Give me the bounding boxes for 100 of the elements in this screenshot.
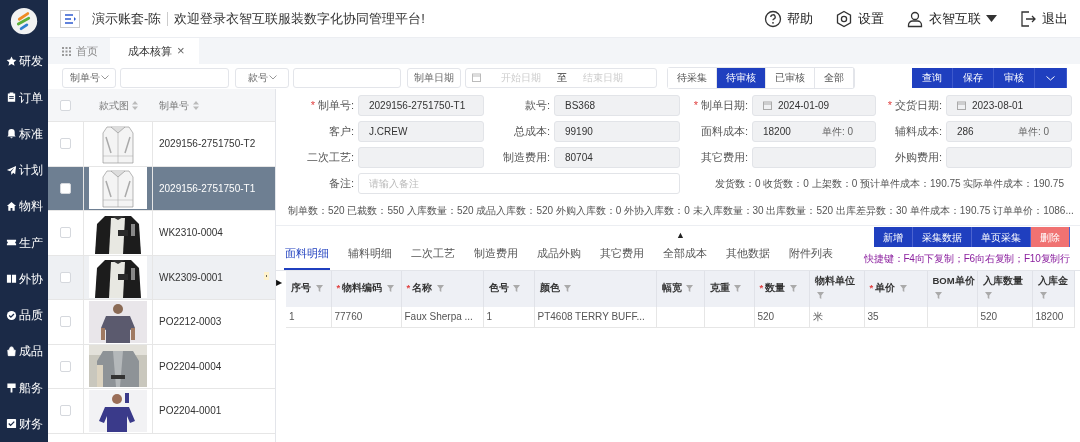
collapse-toggle[interactable]: ▲ [276,227,691,241]
filter-icon[interactable] [1039,292,1047,300]
input-field[interactable]: 18200 单件: 0 [752,121,876,142]
row-checkbox[interactable] [60,182,71,194]
filter-icon[interactable] [686,285,694,293]
column-header: * 物料编码 [336,282,383,294]
field-select[interactable]: 制单号 [62,67,116,88]
sidebar-item[interactable]: 外协 [5,260,43,297]
column-header: BOM单价 [932,275,975,287]
sidebar-item[interactable]: 计划 [5,152,43,189]
row-checkbox[interactable] [60,405,71,417]
sort-icon[interactable] [131,100,138,110]
filter-icon[interactable] [816,292,824,300]
book-icon [5,273,17,285]
header-link[interactable]: 设置 [835,8,884,29]
page-tab[interactable]: 成本核算 × [110,38,199,64]
input-field[interactable]: BS368 [554,95,680,116]
date-field[interactable]: 2024-01-09 [752,95,876,116]
detail-tab[interactable]: 全部成本 [662,241,708,270]
row-indicator: ▶ [276,276,283,289]
detail-tab[interactable]: 辅料明细 [347,241,393,270]
field-label: 备注: [327,176,354,192]
settings-icon [835,9,853,28]
action-button[interactable]: 单页采集 [972,227,1031,247]
order-row[interactable]: WK2309-0001 [48,255,275,300]
detail-tab[interactable]: 成品外购 [536,241,582,270]
detail-tab[interactable]: 其它费用 [599,241,645,270]
dropdown-button[interactable] [1035,67,1067,88]
sidebar-item[interactable]: 研发 [5,43,43,80]
select-all-checkbox[interactable] [60,99,71,111]
detail-tab[interactable]: 其他数据 [725,241,771,270]
sort-icon[interactable] [193,100,199,110]
order-row[interactable]: 2029156-2751750-T1 [48,166,275,211]
table-cell: 77760 [334,311,363,323]
input-field[interactable]: 80704 [554,147,680,168]
close-icon[interactable]: × [177,41,185,61]
order-row[interactable]: PO2212-0003 [48,300,275,345]
user-menu[interactable]: 衣智互联 [906,8,997,29]
column-header: * 数量 [759,282,786,294]
input-field[interactable]: J.CREW [358,121,484,142]
row-checkbox[interactable] [60,316,71,328]
sidebar-item[interactable]: 生产 [5,224,43,261]
date-type-select[interactable]: 制单日期 [407,67,461,88]
order-row[interactable]: WK2310-0004 [48,211,275,256]
status-tab[interactable]: 待审核 [717,67,766,88]
action-button[interactable]: 审核 [994,67,1035,88]
sidebar-item[interactable]: 物料 [5,188,43,225]
filter-icon[interactable] [934,292,942,300]
input-field[interactable] [752,147,876,168]
order-row[interactable]: PO2204-0001 [48,389,275,434]
input-field[interactable]: 286 单件: 0 [946,121,1072,142]
action-button[interactable]: 采集数据 [913,227,972,247]
field-select[interactable]: 款号 [235,67,289,88]
filter-icon[interactable] [513,285,521,293]
row-checkbox[interactable] [60,271,71,283]
star-icon [5,55,17,67]
chevron-icon [100,75,109,80]
input-field[interactable]: 99190 [554,121,680,142]
row-checkbox[interactable] [60,227,71,239]
sidebar-item[interactable]: 财务 [5,405,43,442]
detail-tab[interactable]: 二次工艺 [410,241,456,270]
detail-tab[interactable]: 制造费用 [473,241,519,270]
action-button[interactable]: 查询 [912,67,953,88]
page-tab[interactable]: 首页 [50,38,110,64]
row-checkbox[interactable] [60,138,71,150]
filter-icon[interactable] [564,285,572,293]
filter-icon[interactable] [899,285,907,293]
row-checkbox[interactable] [60,360,71,372]
order-row[interactable]: 2029156-2751750-T2 [48,122,275,167]
sidebar-item[interactable]: 成品 [5,333,43,370]
sidebar-item[interactable]: 品质 [5,297,43,334]
sidebar-item[interactable]: 船务 [5,369,43,406]
header-link[interactable]: 帮助 [764,8,813,29]
signpost-icon [5,382,17,394]
header-link[interactable]: 退出 [1019,8,1068,29]
column-header: 款式图 [98,98,129,113]
input-field[interactable] [120,67,229,88]
order-row[interactable]: PO2204-0004 [48,344,275,389]
detail-tab[interactable]: 面料明细 [284,241,330,270]
status-tab[interactable]: 待采集 [668,67,717,88]
action-button[interactable]: 新增 [874,227,913,247]
detail-tab[interactable]: 附件列表 [788,241,834,270]
filter-icon[interactable] [734,285,742,293]
input-field[interactable]: 2029156-2751750-T1 [358,95,484,116]
menu-icon[interactable] [60,9,80,28]
date-field[interactable]: 2023-08-01 [946,95,1072,116]
remark-field[interactable]: 请输入备注 [358,173,680,194]
filter-icon[interactable] [436,285,444,293]
input-field[interactable] [293,67,401,88]
filter-icon[interactable] [386,285,394,293]
filter-icon[interactable] [984,292,992,300]
input-field[interactable] [358,147,484,168]
sidebar-item[interactable]: 订单 [5,79,43,116]
input-field[interactable] [946,147,1072,168]
filter-icon[interactable] [315,285,323,293]
filter-icon[interactable] [789,285,797,293]
table-cell: 米 [812,311,823,323]
sidebar-item[interactable]: 标准 [5,115,43,152]
column-header: * 名称 [406,282,433,294]
action-button[interactable]: 保存 [953,67,994,88]
